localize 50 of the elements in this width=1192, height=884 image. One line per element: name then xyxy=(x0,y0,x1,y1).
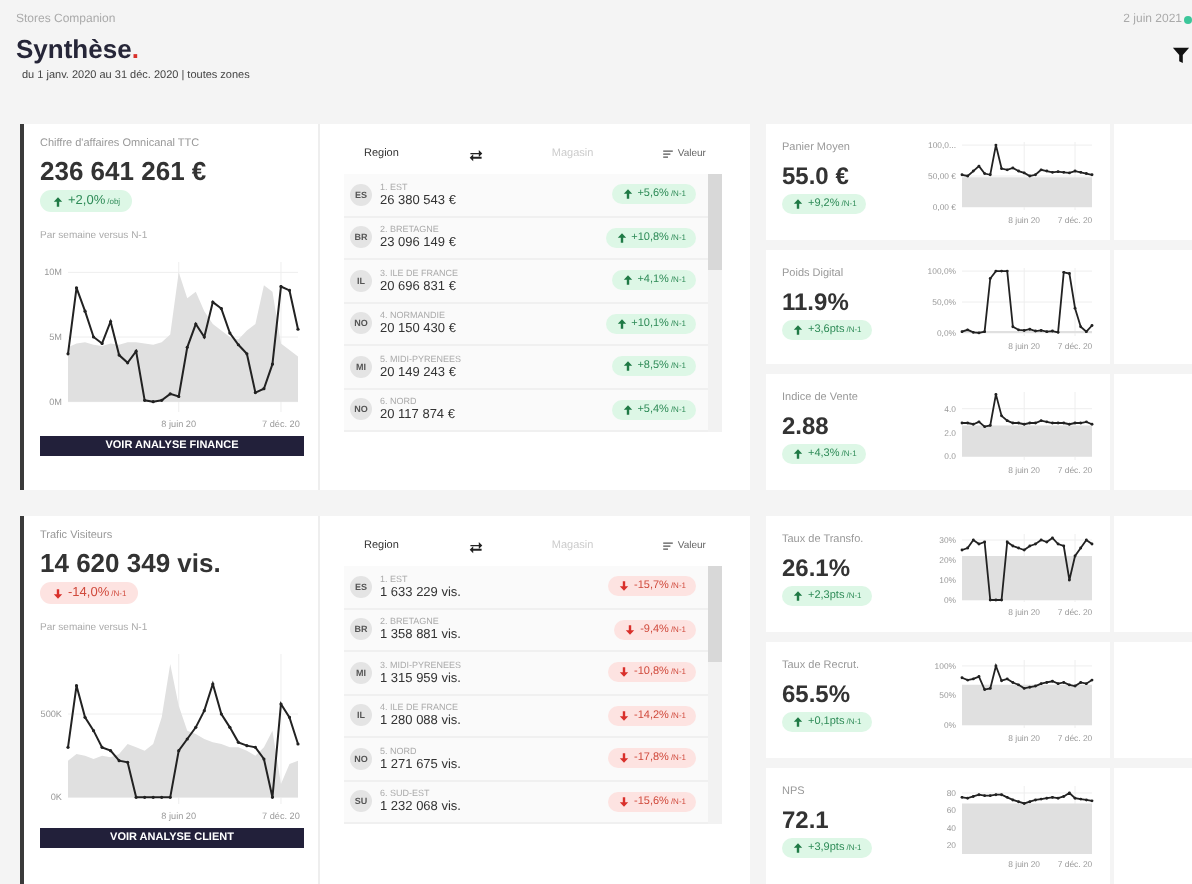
metric-value: 55.0 € xyxy=(782,162,849,190)
area-series xyxy=(962,426,1092,458)
arrow-up-icon xyxy=(615,317,628,330)
metric-value: 72.1 xyxy=(782,806,829,834)
arrow-down-icon xyxy=(618,752,630,765)
arrow-up-icon xyxy=(52,195,64,207)
kpi-value: 236 641 261 € xyxy=(40,156,207,186)
arrow-down-icon xyxy=(618,795,630,808)
scrollbar-thumb[interactable] xyxy=(708,566,722,662)
arrow-up-icon xyxy=(792,842,804,854)
arrow-down-icon xyxy=(52,587,64,599)
arrow-up-icon xyxy=(792,716,804,728)
scrollbar[interactable] xyxy=(708,174,722,432)
arrow-down-icon xyxy=(618,709,630,722)
arrow-down-icon xyxy=(618,580,630,593)
line-series xyxy=(960,791,1094,805)
scrollbar-thumb[interactable] xyxy=(708,174,722,270)
line-series xyxy=(960,393,1094,429)
line-series xyxy=(960,662,1094,691)
page-title: Synthèse. xyxy=(16,34,141,64)
line-series xyxy=(960,143,1094,178)
metric-value: 65.5% xyxy=(782,680,851,708)
arrow-up-icon xyxy=(792,448,804,461)
filter-icon[interactable] xyxy=(1172,46,1190,64)
arrow-up-icon xyxy=(792,323,804,336)
status-dot-icon xyxy=(1184,16,1192,24)
metric-value: 2.88 xyxy=(782,412,829,441)
area-series xyxy=(962,177,1092,207)
kpi-value: 14 620 349 vis. xyxy=(40,548,221,578)
arrow-down-icon xyxy=(624,623,637,636)
swap-icon[interactable] xyxy=(467,539,484,553)
metric-value: 26.1% xyxy=(782,554,851,582)
line-series xyxy=(960,536,1094,602)
swap-icon[interactable] xyxy=(467,147,484,161)
arrow-up-icon xyxy=(615,231,628,244)
area-series xyxy=(962,556,1092,600)
area-series xyxy=(962,684,1092,726)
arrow-up-icon xyxy=(792,198,804,210)
arrow-down-icon xyxy=(618,666,630,679)
metric-value: 11.9% xyxy=(782,287,849,316)
arrow-up-icon xyxy=(792,590,804,602)
area-series xyxy=(962,803,1092,854)
line-series xyxy=(960,269,1094,335)
scrollbar[interactable] xyxy=(708,566,722,824)
sort-icon xyxy=(661,540,674,552)
sort-icon xyxy=(661,148,674,160)
arrow-up-icon xyxy=(621,360,634,373)
arrow-up-icon xyxy=(621,403,634,416)
arrow-up-icon xyxy=(621,188,634,201)
arrow-up-icon xyxy=(621,274,634,287)
